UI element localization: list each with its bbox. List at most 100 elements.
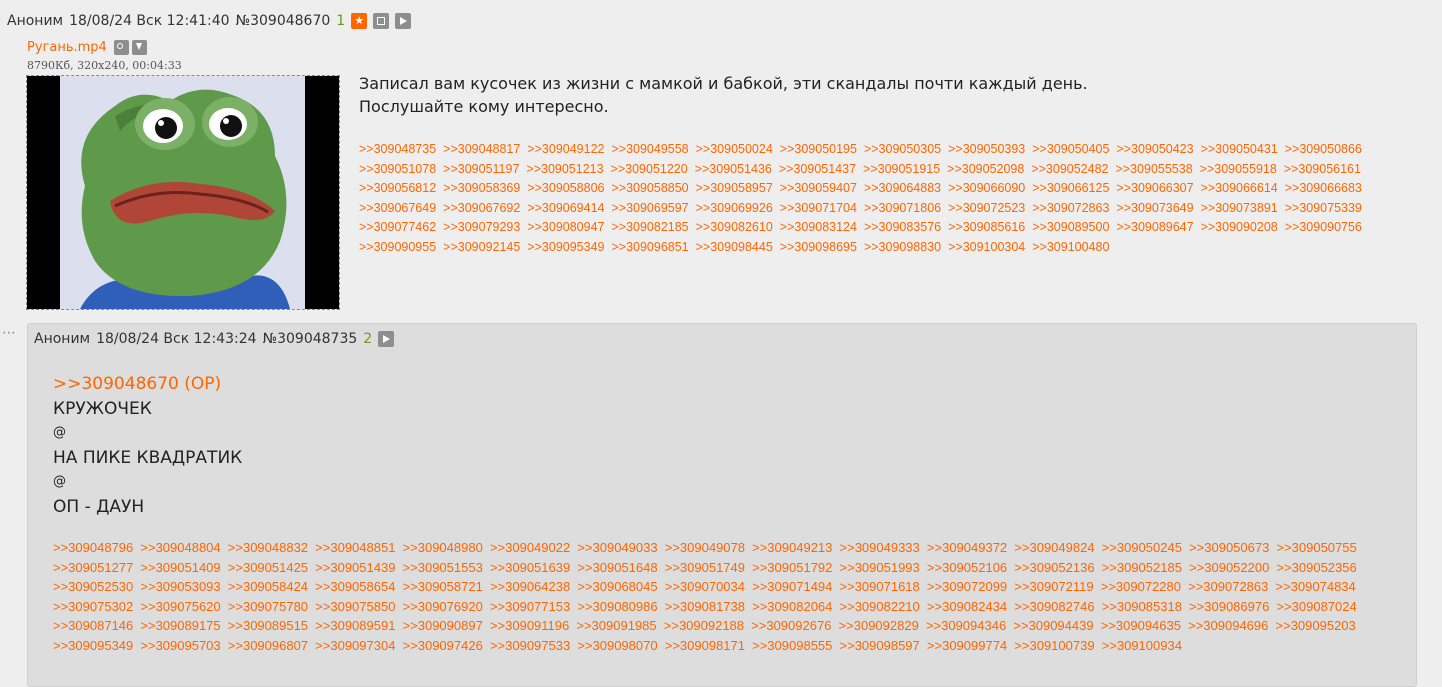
play-icon[interactable] — [395, 13, 412, 29]
reply-link[interactable]: >>309052106 — [927, 560, 1007, 575]
reply-link[interactable]: >>309058654 — [315, 579, 395, 594]
reply-link[interactable]: >>309050245 — [1102, 540, 1182, 555]
reply-link[interactable]: >>309087146 — [53, 618, 133, 633]
reply-link[interactable]: >>309094635 — [1101, 618, 1181, 633]
reply-link[interactable]: >>309049033 — [577, 540, 657, 555]
reply-link[interactable]: >>309082434 — [927, 599, 1007, 614]
reply-link[interactable]: >>309049078 — [665, 540, 745, 555]
reply-link[interactable]: >>309071494 — [752, 579, 832, 594]
reply-link[interactable]: >>309050405 — [1032, 142, 1109, 156]
reply-link[interactable]: >>309052185 — [1102, 560, 1182, 575]
op-post-number[interactable]: №309048670 — [236, 13, 331, 29]
reply-link[interactable]: >>309066125 — [1032, 181, 1109, 195]
reply-link[interactable]: >>309069414 — [527, 201, 604, 215]
reply-link[interactable]: >>309059407 — [780, 181, 857, 195]
reply-link[interactable]: >>309095203 — [1276, 618, 1356, 633]
reply-link[interactable]: >>309051553 — [403, 560, 483, 575]
reply-link[interactable]: >>309052482 — [1031, 162, 1108, 176]
reply-link[interactable]: >>309085318 — [1102, 599, 1182, 614]
reply-link[interactable]: >>309068045 — [577, 579, 657, 594]
reply-link[interactable]: >>309100739 — [1014, 638, 1094, 653]
reply-link[interactable]: >>309073649 — [1116, 201, 1193, 215]
reply-link[interactable]: >>309064238 — [490, 579, 570, 594]
reply-link[interactable]: >>309094346 — [926, 618, 1006, 633]
reply-link[interactable]: >>309052356 — [1276, 560, 1356, 575]
reply-link[interactable]: >>309072119 — [1014, 579, 1093, 594]
reply-link[interactable]: >>309048980 — [403, 540, 483, 555]
reply-link[interactable]: >>309050305 — [864, 142, 941, 156]
reply-link[interactable]: >>309056812 — [359, 181, 436, 195]
reply-link[interactable]: >>309049372 — [927, 540, 1007, 555]
reply-link[interactable]: >>309048851 — [315, 540, 395, 555]
reply-link[interactable]: >>309049558 — [611, 142, 688, 156]
reply-link[interactable]: >>309049022 — [490, 540, 570, 555]
reply-link[interactable]: >>309050673 — [1189, 540, 1269, 555]
reply-link[interactable]: >>309087024 — [1276, 599, 1356, 614]
reply-link[interactable]: >>309092676 — [751, 618, 831, 633]
file-name-link[interactable]: Ругань.mp4 — [27, 40, 107, 55]
reply-link[interactable]: >>309051915 — [863, 162, 940, 176]
reply-link[interactable]: >>309049122 — [527, 142, 604, 156]
reply-link[interactable]: >>309069926 — [696, 201, 773, 215]
reply-link[interactable]: >>309051220 — [611, 162, 688, 176]
reply-link[interactable]: >>309070034 — [665, 579, 745, 594]
reply-link[interactable]: >>309050866 — [1285, 142, 1362, 156]
reply-link[interactable]: >>309095703 — [140, 638, 220, 653]
reply-link[interactable]: >>309072863 — [1188, 579, 1268, 594]
reply-link[interactable]: >>309072523 — [948, 201, 1025, 215]
reply-link[interactable]: >>309074834 — [1276, 579, 1356, 594]
reply-link[interactable]: >>309098695 — [780, 240, 857, 254]
reply-link[interactable]: >>309055538 — [1115, 162, 1192, 176]
reply-link[interactable]: >>309051439 — [315, 560, 395, 575]
reply-link[interactable]: >>309075620 — [140, 599, 220, 614]
reply-link[interactable]: >>309097426 — [403, 638, 483, 653]
reply-link[interactable]: >>309071704 — [780, 201, 857, 215]
reply-link[interactable]: >>309095349 — [527, 240, 604, 254]
reply-link[interactable]: >>309066307 — [1116, 181, 1193, 195]
reply-link[interactable]: >>309051639 — [490, 560, 570, 575]
reply-link[interactable]: >>309092145 — [443, 240, 520, 254]
reply-link[interactable]: >>309098070 — [577, 638, 657, 653]
reply-link[interactable]: >>309082746 — [1014, 599, 1094, 614]
reply-link[interactable]: >>309096807 — [228, 638, 308, 653]
reply-link[interactable]: >>309097304 — [315, 638, 395, 653]
reply-link[interactable]: >>309091985 — [576, 618, 656, 633]
reply-link[interactable]: >>309072280 — [1101, 579, 1181, 594]
reply-link[interactable]: >>309051213 — [526, 162, 603, 176]
reply-link[interactable]: >>309055918 — [1200, 162, 1277, 176]
reply-link[interactable]: >>309051648 — [577, 560, 657, 575]
reply-link[interactable]: >>309080947 — [527, 220, 604, 234]
reply-link[interactable]: >>309085616 — [948, 220, 1025, 234]
reply-link[interactable]: >>309058721 — [403, 579, 483, 594]
reply-link[interactable]: >>309072099 — [927, 579, 1007, 594]
reply-link[interactable]: >>309092188 — [664, 618, 744, 633]
reply-link[interactable]: >>309077462 — [359, 220, 436, 234]
reply-link[interactable]: >>309048832 — [228, 540, 308, 555]
reply-link[interactable]: >>309049824 — [1014, 540, 1094, 555]
reply-link[interactable]: >>309100304 — [948, 240, 1025, 254]
search-icon[interactable] — [113, 40, 129, 55]
reply-link[interactable]: >>309050024 — [696, 142, 773, 156]
reply-link[interactable]: >>309076920 — [403, 599, 483, 614]
reply-link[interactable]: >>309052200 — [1189, 560, 1269, 575]
reply-link[interactable]: >>309051993 — [840, 560, 920, 575]
reply-link[interactable]: >>309050195 — [780, 142, 857, 156]
reply-link[interactable]: >>309081738 — [665, 599, 745, 614]
reply-link[interactable]: >>309051277 — [53, 560, 133, 575]
reply-link[interactable]: >>309049333 — [840, 540, 920, 555]
reply-link[interactable]: >>309048804 — [140, 540, 220, 555]
reply-link[interactable]: >>309058850 — [611, 181, 688, 195]
reply-link[interactable]: >>309051425 — [228, 560, 308, 575]
reply-link[interactable]: >>309051437 — [779, 162, 856, 176]
reply-link[interactable]: >>309091196 — [490, 618, 569, 633]
reply-link[interactable]: >>309090897 — [403, 618, 483, 633]
reply-link[interactable]: >>309058806 — [527, 181, 604, 195]
reply-link[interactable]: >>309100480 — [1032, 240, 1109, 254]
reply-link[interactable]: >>309066090 — [948, 181, 1025, 195]
reply-link[interactable]: >>309089500 — [1032, 220, 1109, 234]
reply-link[interactable]: >>309089647 — [1116, 220, 1193, 234]
reply-link[interactable]: >>309092829 — [839, 618, 919, 633]
reply-link[interactable]: >>309051792 — [752, 560, 832, 575]
reply-link[interactable]: >>309050755 — [1276, 540, 1356, 555]
reply-link[interactable]: >>309064883 — [864, 181, 941, 195]
